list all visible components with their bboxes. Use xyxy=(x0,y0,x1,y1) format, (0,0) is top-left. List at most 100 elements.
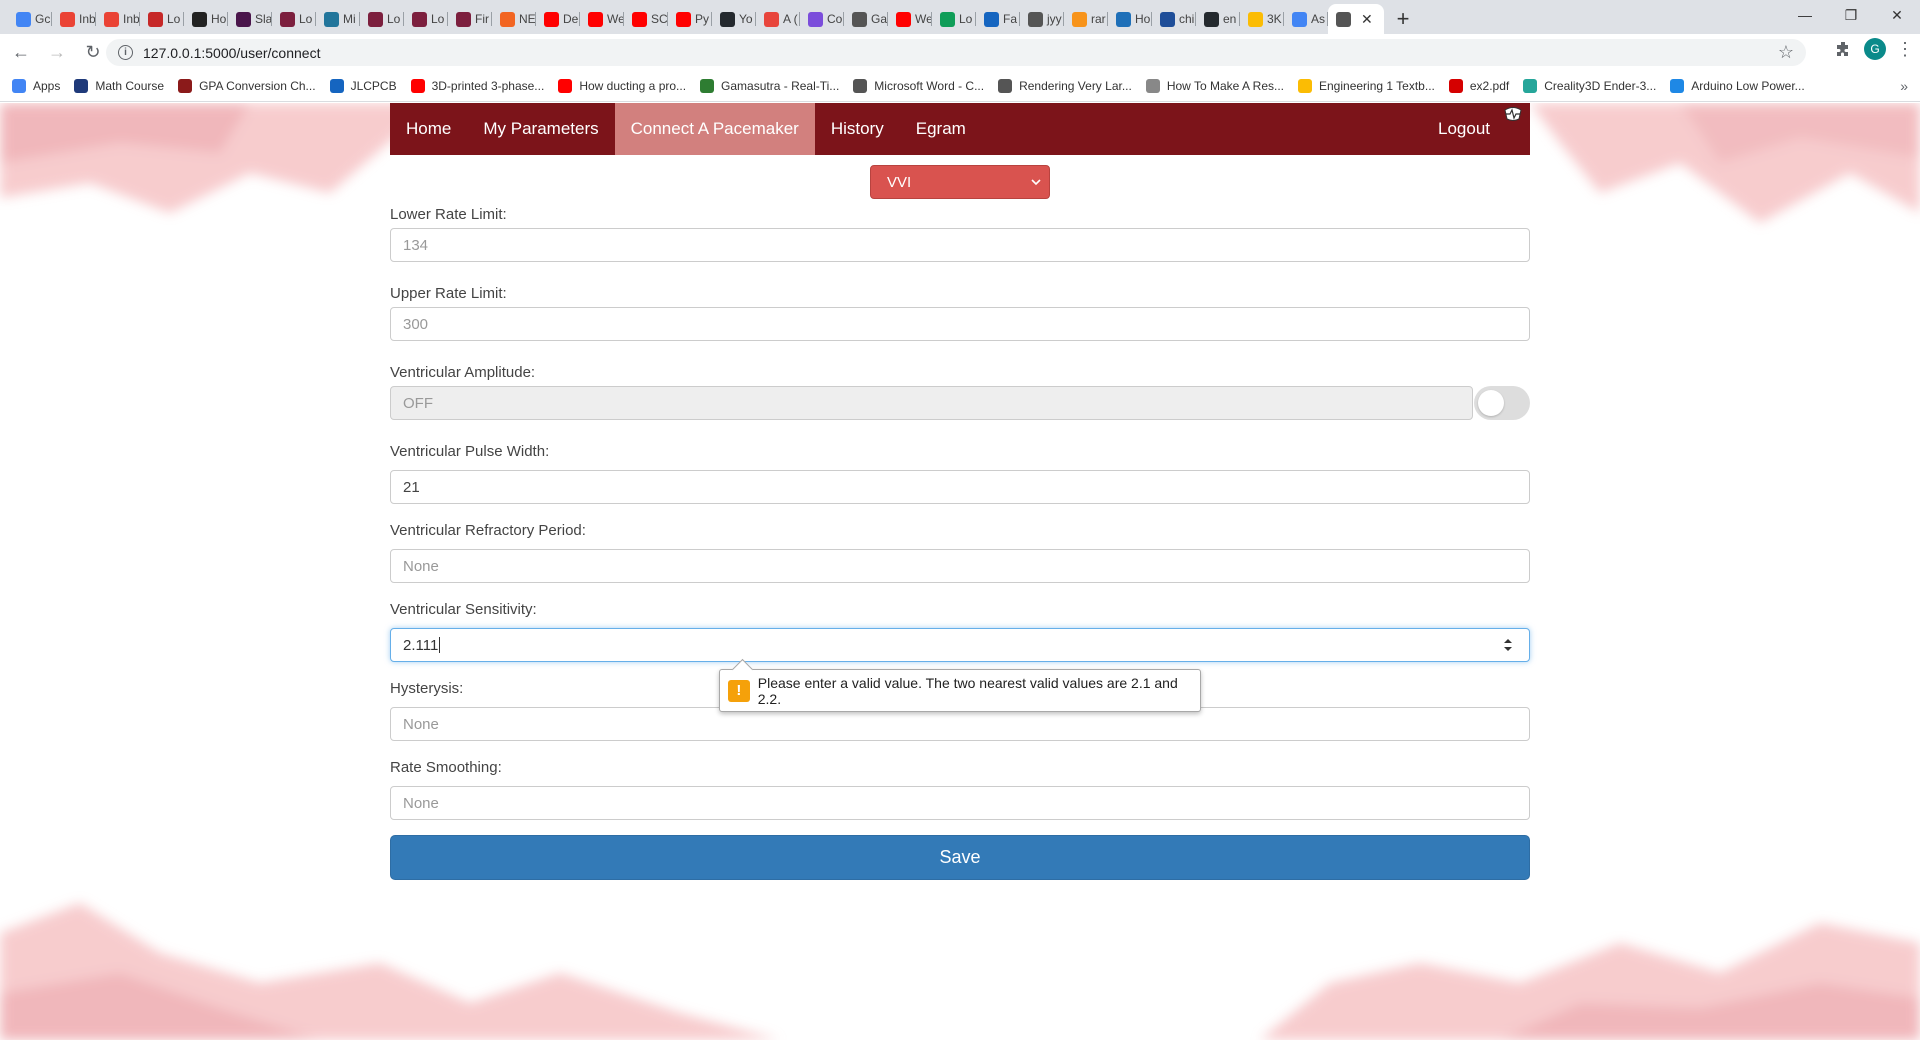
bookmark-item[interactable]: Gamasutra - Real-Ti... xyxy=(700,78,839,93)
tab-title: A ( xyxy=(783,12,798,26)
ventricular-refractory-input[interactable]: None xyxy=(390,549,1530,583)
docs-icon xyxy=(1292,11,1307,27)
validation-tooltip: ! Please enter a valid value. The two ne… xyxy=(719,669,1201,712)
ventricular-amplitude-toggle[interactable] xyxy=(1474,386,1530,420)
browser-tab[interactable]: Co xyxy=(800,4,844,34)
bookmark-item[interactable]: Engineering 1 Textb... xyxy=(1298,78,1435,93)
new-tab-button[interactable]: + xyxy=(1388,4,1418,34)
browser-tab[interactable]: SC xyxy=(624,4,668,34)
tab-title: We xyxy=(607,12,624,26)
browser-tab[interactable]: Lo xyxy=(360,4,404,34)
bookmarks-overflow-icon[interactable]: » xyxy=(1900,78,1908,94)
save-button[interactable]: Save xyxy=(390,835,1530,880)
bookmark-item[interactable]: Microsoft Word - C... xyxy=(853,78,984,93)
circle-icon xyxy=(1116,11,1131,27)
tab-title: Fir xyxy=(475,12,489,26)
bookmark-item[interactable]: 3D-printed 3-phase... xyxy=(410,78,544,93)
extensions-icon[interactable] xyxy=(1832,38,1854,60)
browser-tab[interactable]: Inb xyxy=(52,4,96,34)
nav-connect-pacemaker[interactable]: Connect A Pacemaker xyxy=(614,103,815,155)
nav-my-parameters[interactable]: My Parameters xyxy=(467,103,614,155)
nav-egram[interactable]: Egram xyxy=(900,103,982,155)
bookmark-item[interactable]: Apps xyxy=(12,78,60,93)
browser-tab[interactable]: We xyxy=(888,4,932,34)
browser-tab[interactable]: Fa xyxy=(976,4,1020,34)
bookmark-item[interactable]: Arduino Low Power... xyxy=(1670,78,1805,93)
browser-tab[interactable]: NE xyxy=(492,4,536,34)
tab-title: Py xyxy=(695,12,710,26)
browser-tab[interactable]: Gc xyxy=(8,4,52,34)
tab-title: NE xyxy=(519,12,536,26)
heart-monitor-icon xyxy=(1504,107,1522,121)
back-icon[interactable]: ← xyxy=(6,37,36,67)
browser-tab[interactable]: A ( xyxy=(756,4,800,34)
address-bar[interactable]: i 127.0.0.1:5000/user/connect ☆ xyxy=(106,39,1806,66)
close-tab-icon[interactable]: ✕ xyxy=(1361,11,1373,28)
bookmark-favicon-icon xyxy=(12,78,26,93)
bookmark-item[interactable]: ex2.pdf xyxy=(1448,78,1509,93)
browser-tab[interactable]: Yo xyxy=(712,4,756,34)
browser-tab[interactable]: Lo xyxy=(272,4,316,34)
browser-tab[interactable]: Lo xyxy=(932,4,976,34)
bookmark-item[interactable]: How ducting a pro... xyxy=(558,78,686,93)
browser-tab[interactable]: Ho xyxy=(1108,4,1152,34)
close-window-icon[interactable]: ✕ xyxy=(1874,0,1920,30)
bookmark-item[interactable]: Rendering Very Lar... xyxy=(998,78,1132,93)
upper-rate-input[interactable]: 300 xyxy=(390,307,1530,341)
browser-tab[interactable]: chi xyxy=(1152,4,1196,34)
browser-tab[interactable]: rar xyxy=(1064,4,1108,34)
bookmark-label: Math Course xyxy=(95,78,165,93)
profile-avatar[interactable]: G xyxy=(1864,38,1886,60)
bookmark-item[interactable]: Creality3D Ender-3... xyxy=(1523,78,1657,93)
browser-tab[interactable]: jyy xyxy=(1020,4,1064,34)
tab-title: SC xyxy=(651,12,668,26)
bookmark-item[interactable]: GPA Conversion Ch... xyxy=(178,78,316,93)
browser-tab[interactable]: Py xyxy=(668,4,712,34)
bookmark-item[interactable]: Math Course xyxy=(74,78,165,93)
tab-title: chi xyxy=(1179,12,1195,26)
browser-tab-active[interactable]: ✕ xyxy=(1328,4,1384,34)
ventricular-sensitivity-input[interactable]: 2.111 xyxy=(390,628,1530,662)
browser-tab[interactable]: Ga xyxy=(844,4,888,34)
tab-title: Lo xyxy=(299,12,313,26)
browser-tab[interactable]: Inb xyxy=(96,4,140,34)
logo-icon xyxy=(148,11,163,27)
bookmark-favicon-icon xyxy=(558,78,573,93)
rate-smoothing-input[interactable]: None xyxy=(390,786,1530,820)
browser-tab[interactable]: Mi xyxy=(316,4,360,34)
bookmark-favicon-icon xyxy=(1448,78,1463,93)
site-info-icon[interactable]: i xyxy=(118,45,133,60)
browser-tab[interactable]: 3K xyxy=(1240,4,1284,34)
browser-tab[interactable]: Fir xyxy=(448,4,492,34)
browser-tab[interactable]: Lo xyxy=(404,4,448,34)
browser-tab[interactable]: Ho xyxy=(184,4,228,34)
lower-rate-input[interactable]: 134 xyxy=(390,228,1530,262)
browser-menu-icon[interactable]: ⋮ xyxy=(1896,39,1914,60)
bookmark-favicon-icon xyxy=(853,78,868,93)
pacing-mode-select[interactable]: VVI xyxy=(870,165,1050,199)
bookmark-item[interactable]: JLCPCB xyxy=(329,78,397,93)
youtube-icon xyxy=(676,11,691,27)
browser-tab[interactable]: Sla xyxy=(228,4,272,34)
orange-icon xyxy=(500,11,515,27)
nav-home[interactable]: Home xyxy=(390,103,467,155)
minimize-icon[interactable]: — xyxy=(1782,0,1828,30)
nav-history[interactable]: History xyxy=(815,103,900,155)
browser-tab[interactable]: Lo xyxy=(140,4,184,34)
ventricular-pulse-width-input[interactable]: 21 xyxy=(390,470,1530,504)
forward-icon[interactable]: → xyxy=(42,37,72,67)
bookmark-label: Creality3D Ender-3... xyxy=(1544,78,1657,93)
browser-tab[interactable]: De xyxy=(536,4,580,34)
lower-rate-value: 134 xyxy=(403,236,429,254)
browser-tab[interactable]: en xyxy=(1196,4,1240,34)
number-spinner-icon[interactable] xyxy=(1503,637,1513,653)
gmail-icon xyxy=(60,11,75,27)
browser-tab[interactable]: We xyxy=(580,4,624,34)
bookmark-star-icon[interactable]: ☆ xyxy=(1778,42,1794,63)
browser-tab[interactable]: As xyxy=(1284,4,1328,34)
hysteresis-input[interactable]: None xyxy=(390,707,1530,741)
reload-icon[interactable]: ↻ xyxy=(78,37,108,67)
lower-rate-label: Lower Rate Limit: xyxy=(390,206,507,223)
restore-icon[interactable]: ❐ xyxy=(1828,0,1874,30)
bookmark-item[interactable]: How To Make A Res... xyxy=(1145,78,1284,93)
